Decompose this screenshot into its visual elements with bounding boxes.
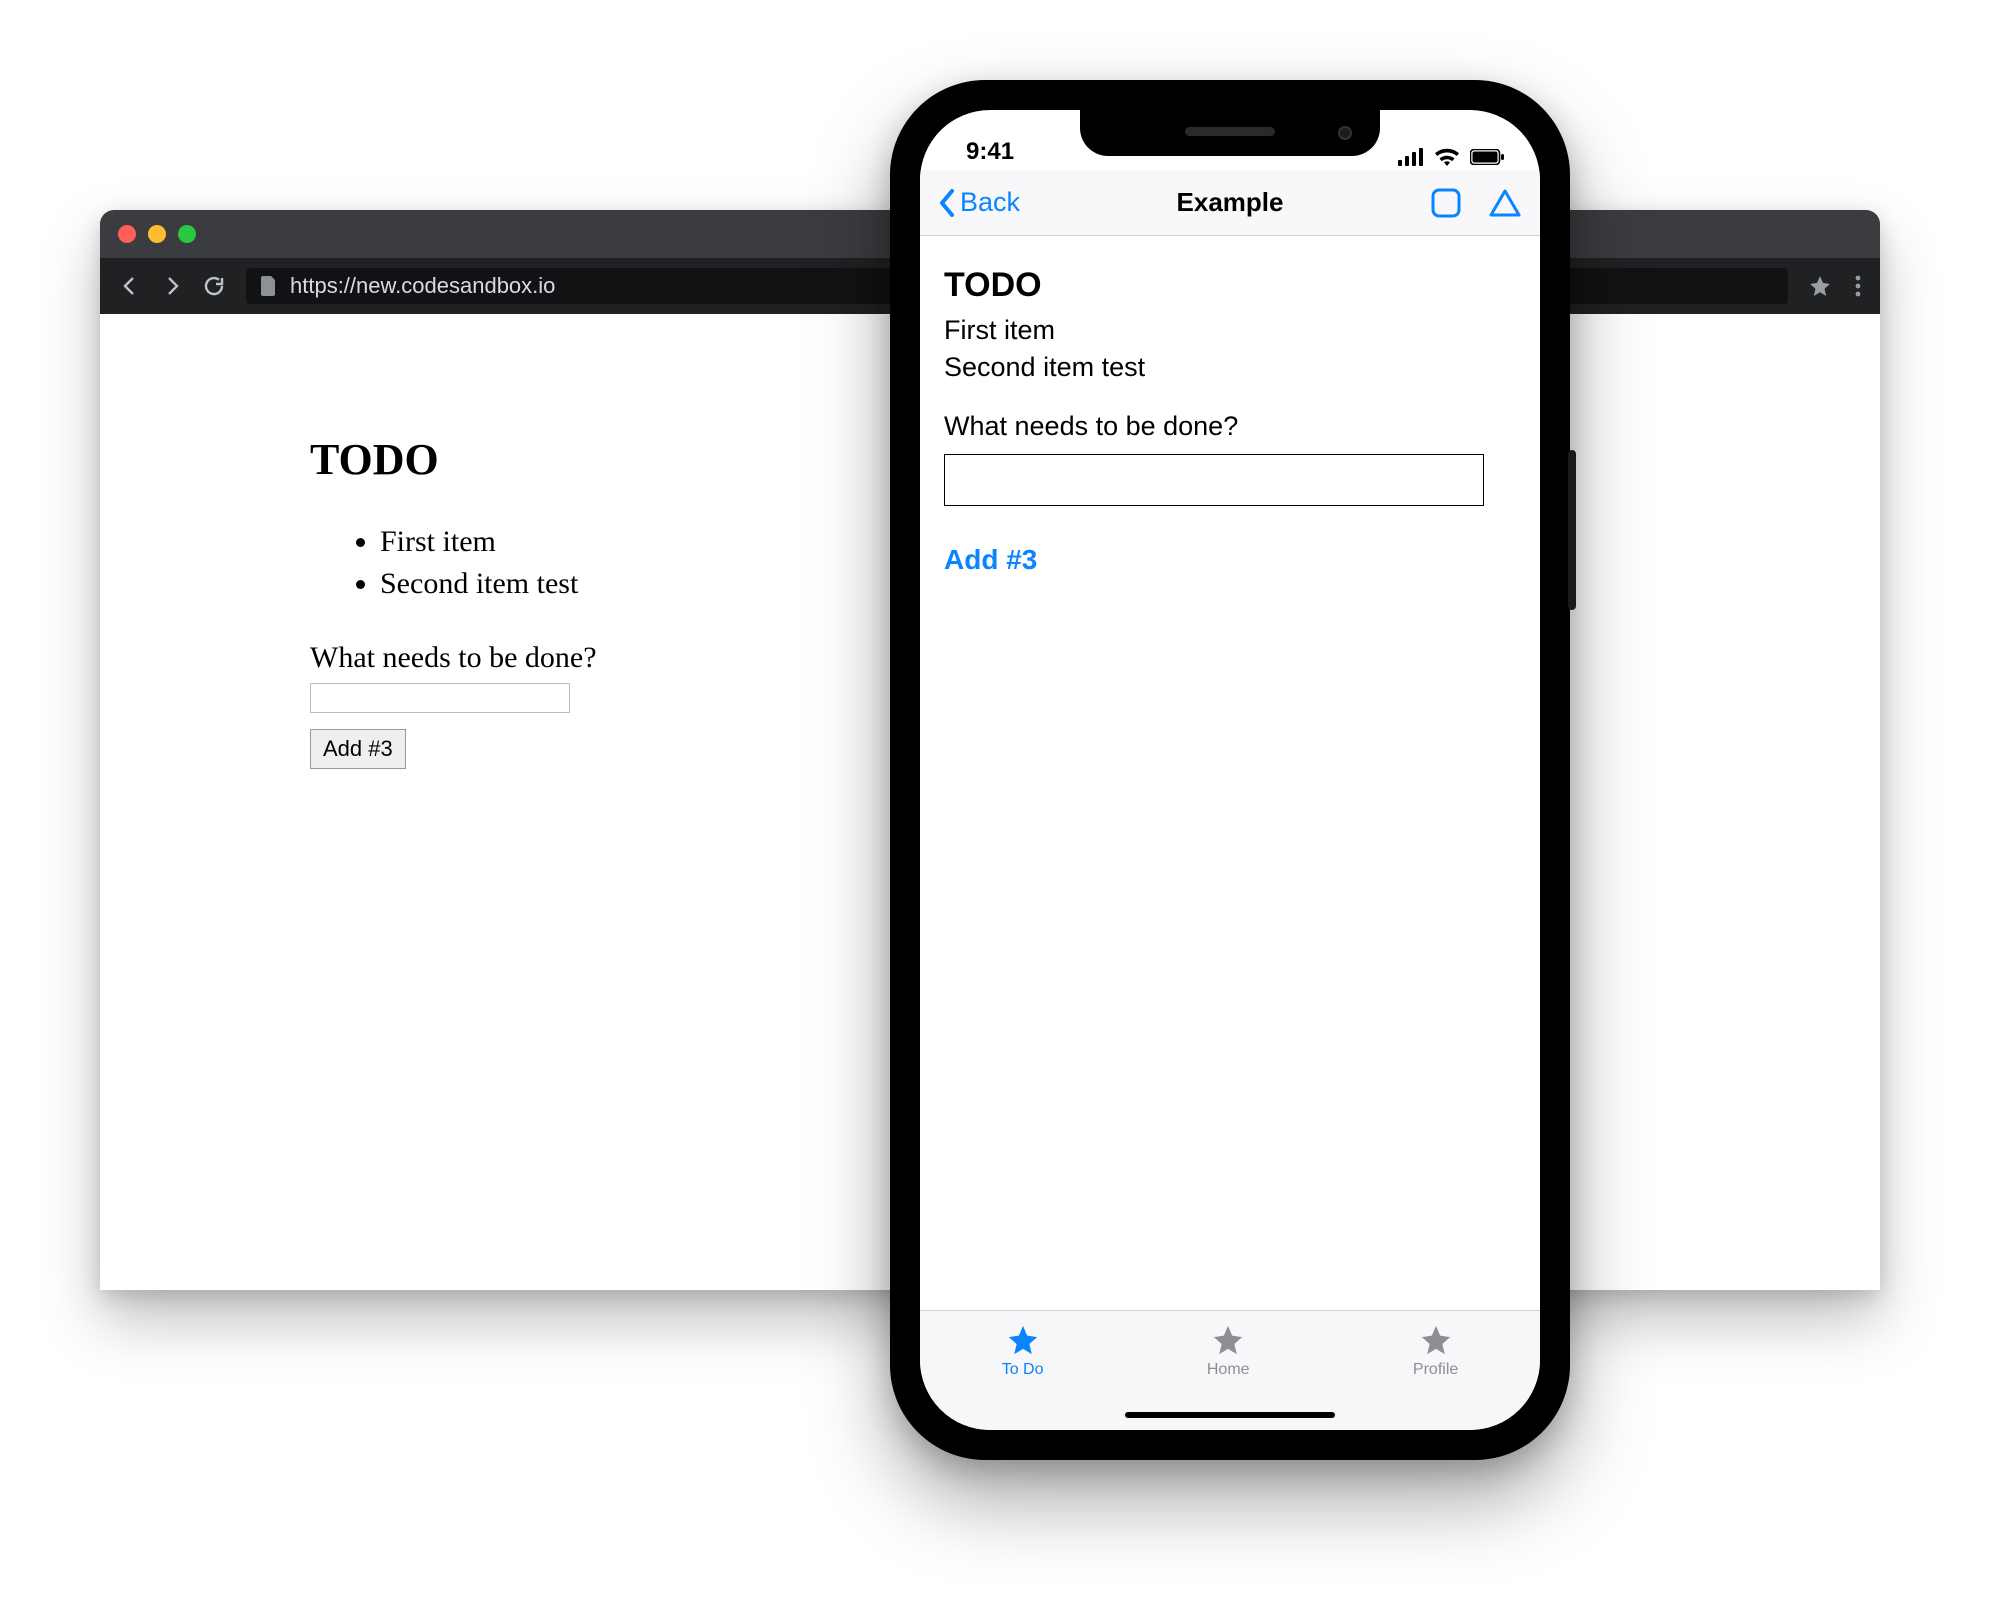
tab-todo[interactable]: To Do	[1002, 1323, 1044, 1379]
star-icon	[1006, 1323, 1040, 1357]
phone-screen: 9:41 Back Examp	[920, 110, 1540, 1430]
url-text: https://new.codesandbox.io	[290, 273, 555, 299]
menu-kebab-icon[interactable]	[1854, 274, 1862, 298]
tab-home[interactable]: Home	[1207, 1323, 1250, 1379]
back-icon[interactable]	[118, 274, 142, 298]
nav-bar: Back Example	[920, 170, 1540, 236]
front-camera	[1338, 126, 1352, 140]
close-window-button[interactable]	[118, 225, 136, 243]
star-icon	[1211, 1323, 1245, 1357]
back-label: Back	[960, 187, 1020, 218]
nav-title: Example	[1177, 187, 1284, 218]
bookmark-star-icon[interactable]	[1808, 274, 1832, 298]
list-item: Second item test	[944, 352, 1516, 383]
triangle-outline-icon[interactable]	[1488, 187, 1522, 219]
tab-label: Profile	[1413, 1361, 1458, 1379]
todo-input[interactable]	[310, 683, 570, 713]
home-indicator[interactable]	[1125, 1412, 1335, 1418]
list-item: First item	[944, 315, 1516, 346]
forward-icon[interactable]	[160, 274, 184, 298]
wifi-icon	[1434, 148, 1460, 166]
star-icon	[1419, 1323, 1453, 1357]
tab-profile[interactable]: Profile	[1413, 1323, 1458, 1379]
side-button	[1568, 450, 1576, 610]
add-button[interactable]: Add #3	[310, 729, 406, 769]
phone-content: TODO First item Second item test What ne…	[920, 236, 1540, 1310]
content-heading: TODO	[944, 266, 1516, 305]
maximize-window-button[interactable]	[178, 225, 196, 243]
speaker-grille	[1185, 127, 1275, 136]
tab-label: To Do	[1002, 1361, 1044, 1379]
phone-device: 9:41 Back Examp	[890, 80, 1570, 1460]
notch	[1080, 110, 1380, 156]
cellular-signal-icon	[1398, 148, 1424, 166]
status-time: 9:41	[966, 138, 1014, 166]
input-label: What needs to be done?	[944, 411, 1516, 442]
minimize-window-button[interactable]	[148, 225, 166, 243]
tab-label: Home	[1207, 1361, 1250, 1379]
window-controls	[118, 225, 196, 243]
battery-icon	[1470, 149, 1504, 165]
todo-list: First item Second item test	[944, 315, 1516, 383]
back-button[interactable]: Back	[938, 187, 1020, 218]
square-outline-icon[interactable]	[1430, 187, 1462, 219]
add-link[interactable]: Add #3	[944, 544, 1516, 576]
reload-icon[interactable]	[202, 274, 226, 298]
page-icon	[260, 276, 278, 296]
todo-input[interactable]	[944, 454, 1484, 506]
